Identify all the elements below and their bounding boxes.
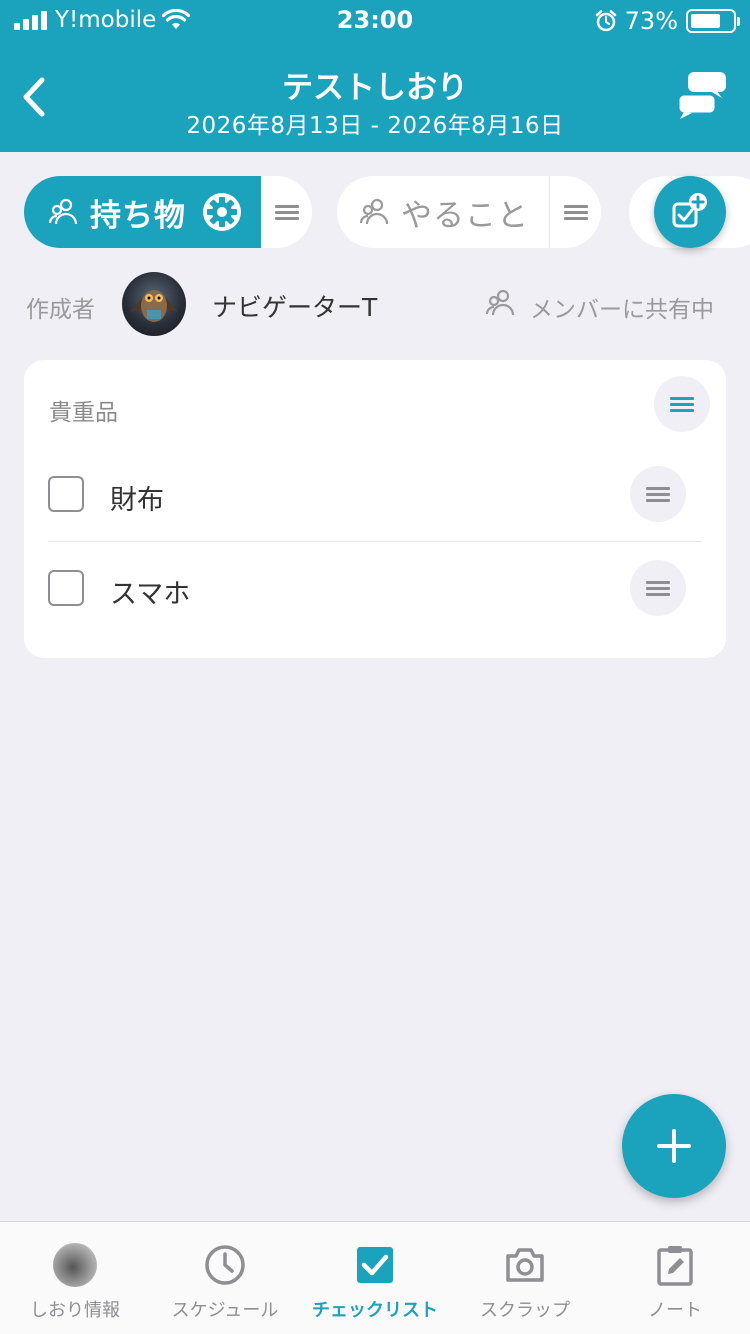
checkbox[interactable]	[48, 570, 84, 606]
header: Y!mobile 23:00 73% テストしおり 2026年8月13日 - 2…	[0, 0, 750, 152]
item-menu-button[interactable]	[630, 466, 686, 522]
people-icon	[485, 289, 515, 316]
page-title: テストしおり	[282, 70, 468, 106]
people-icon	[359, 198, 389, 225]
nav-label: チェックリスト	[312, 1300, 438, 1321]
nav-item-note[interactable]: ノート	[600, 1222, 750, 1334]
status-right: 73%	[595, 7, 740, 35]
chat-button[interactable]	[674, 70, 730, 120]
hamburger-icon	[646, 487, 670, 502]
nav-label: ノート	[648, 1300, 702, 1321]
tab-todo[interactable]: やること	[337, 176, 601, 248]
nav-label: スクラップ	[480, 1300, 570, 1321]
nav-item-shiori-info[interactable]: しおり情報	[0, 1222, 150, 1334]
avatar-photo-icon	[52, 1242, 98, 1288]
tab-belongings-main[interactable]: 持ち物	[24, 176, 261, 248]
tab-belongings[interactable]: 持ち物	[24, 176, 312, 248]
share-status: メンバーに共有中	[530, 297, 714, 323]
author-label: 作成者	[26, 297, 95, 323]
camera-icon	[502, 1242, 548, 1288]
avatar	[122, 272, 186, 336]
nav-label: スケジュール	[171, 1300, 279, 1321]
battery-percent: 73%	[624, 7, 678, 35]
clipboard-edit-icon	[652, 1242, 698, 1288]
item-menu-button[interactable]	[630, 560, 686, 616]
hamburger-icon	[646, 581, 670, 596]
card-menu-button[interactable]	[654, 376, 710, 432]
gear-icon[interactable]	[202, 192, 242, 232]
author-name: ナビゲーターT	[212, 293, 378, 322]
nav-item-checklist[interactable]: チェックリスト	[300, 1222, 450, 1334]
checklist-card: 貴重品 財布 スマホ	[24, 360, 726, 658]
nav-item-schedule[interactable]: スケジュール	[150, 1222, 300, 1334]
people-icon	[48, 198, 78, 225]
tab-todo-label: やること	[401, 197, 529, 234]
alarm-icon	[595, 10, 616, 32]
tab-belongings-label: 持ち物	[90, 197, 186, 234]
status-bar: Y!mobile 23:00 73%	[0, 0, 750, 40]
nav-item-scrap[interactable]: スクラップ	[450, 1222, 600, 1334]
hamburger-icon	[563, 205, 588, 220]
hamburger-icon	[274, 205, 299, 220]
tab-todo-menu-button[interactable]	[550, 176, 601, 248]
list-item: スマホ	[48, 542, 702, 636]
card-title: 貴重品	[49, 400, 118, 426]
owl-avatar-icon	[130, 290, 178, 322]
checkbox[interactable]	[48, 476, 84, 512]
plus-icon	[657, 1129, 691, 1163]
nav-label: しおり情報	[30, 1300, 120, 1321]
tab-belongings-menu-button[interactable]	[261, 176, 312, 248]
add-item-button[interactable]	[622, 1094, 726, 1198]
bottom-nav: しおり情報 スケジュール チェックリスト スクラップ ノート	[0, 1221, 750, 1334]
tab-todo-main[interactable]: やること	[337, 176, 550, 248]
item-label: 財布	[110, 485, 164, 516]
hamburger-icon	[670, 397, 694, 412]
clock-icon	[202, 1242, 248, 1288]
battery-icon	[686, 9, 740, 33]
date-range: 2026年8月13日 - 2026年8月16日	[186, 113, 564, 139]
list-item: 財布	[48, 448, 702, 542]
add-checklist-button[interactable]	[654, 176, 726, 248]
item-label: スマホ	[110, 579, 191, 610]
checkbox-icon	[352, 1242, 398, 1288]
chat-bubbles-icon	[676, 72, 726, 119]
add-checklist-icon	[672, 193, 707, 228]
